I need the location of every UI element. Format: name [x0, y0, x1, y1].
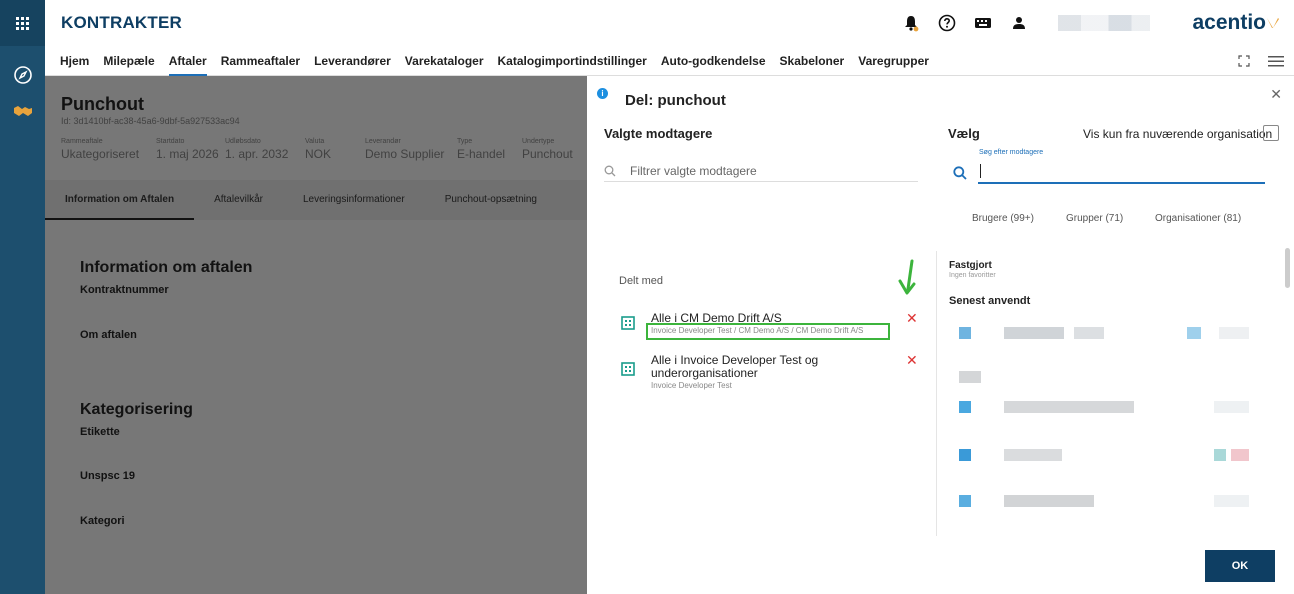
search-recipients-input[interactable] [978, 162, 1265, 184]
nav-varekataloger[interactable]: Varekataloger [405, 46, 484, 76]
help-button[interactable] [932, 8, 962, 38]
nav-rammeaftaler[interactable]: Rammeaftaler [221, 46, 300, 76]
handshake-icon [13, 106, 32, 116]
recent-item-blurred[interactable] [949, 366, 1279, 388]
highlight-annotation-box [646, 323, 890, 340]
nav-hjem[interactable]: Hjem [60, 46, 89, 76]
pinned-empty-text: Ingen favoritter [949, 272, 996, 279]
recent-item-blurred[interactable] [949, 322, 1279, 344]
recent-item-blurred[interactable] [949, 444, 1279, 466]
share-dialog: i Del: punchout ✕ Valgte modtagere Filtr… [587, 76, 1294, 594]
nav-skabeloner[interactable]: Skabeloner [780, 46, 845, 76]
recent-item-blurred[interactable] [949, 396, 1279, 418]
dialog-title: Del: punchout [625, 92, 726, 109]
choose-header: Vælg [948, 126, 980, 141]
subtab-organisationer[interactable]: Organisationer (81) [1155, 213, 1241, 224]
acentio-logo: acentio [1192, 11, 1280, 35]
compass-icon [13, 66, 32, 84]
organization-icon [621, 362, 635, 376]
person-icon [1013, 17, 1026, 29]
nav-katalogimport[interactable]: Katalogimportindstillinger [498, 46, 647, 76]
recent-item-blurred[interactable] [949, 490, 1279, 512]
organization-icon [621, 316, 635, 330]
filter-selected-input[interactable]: Filtrer valgte modtagere [604, 160, 918, 182]
shared-item-path: Invoice Developer Test [651, 381, 732, 390]
remove-share-button[interactable]: ✕ [906, 310, 918, 327]
notifications-button[interactable] [896, 8, 926, 38]
compass-button[interactable] [0, 60, 45, 90]
bell-icon [905, 16, 919, 32]
search-recipients-label: Søg efter modtagere [979, 149, 1044, 156]
apps-grid-button[interactable] [0, 0, 45, 46]
nav-leverandorer[interactable]: Leverandører [314, 46, 391, 76]
search-icon [604, 165, 616, 176]
handshake-button[interactable] [0, 96, 45, 126]
recent-scrollbar[interactable] [1284, 236, 1292, 536]
nav-varegrupper[interactable]: Varegrupper [858, 46, 929, 76]
shared-with-header: Delt med [619, 275, 664, 287]
help-icon [939, 14, 956, 32]
shared-item-name: Alle i Invoice Developer Test og underor… [651, 353, 819, 380]
close-icon[interactable]: ✕ [1270, 86, 1282, 103]
logo-mark-icon [1267, 18, 1279, 28]
keyboard-button[interactable] [968, 8, 998, 38]
nav-auto-godkendelse[interactable]: Auto-godkendelse [661, 46, 766, 76]
nav-milepaele[interactable]: Milepæle [103, 46, 154, 76]
column-divider [936, 251, 937, 536]
only-current-org-label: Vis kun fra nuværende organisation [1083, 127, 1273, 141]
green-arrow-annotation [898, 259, 916, 295]
filter-placeholder: Filtrer valgte modtagere [630, 163, 757, 178]
subtab-brugere[interactable]: Brugere (99+) [972, 213, 1034, 224]
pinned-header: Fastgjort [949, 260, 992, 271]
only-current-org-checkbox[interactable] [1263, 125, 1279, 141]
search-recipients-icon[interactable] [953, 166, 967, 185]
info-icon: i [597, 88, 608, 99]
search-icon [953, 166, 967, 180]
remove-share-button[interactable]: ✕ [906, 352, 918, 369]
ok-button[interactable]: OK [1205, 550, 1275, 582]
main-nav: Hjem Milepæle Aftaler Rammeaftaler Lever… [45, 46, 1294, 76]
subtab-grupper[interactable]: Grupper (71) [1066, 213, 1123, 224]
user-button[interactable] [1004, 8, 1034, 38]
apps-grid-icon [16, 16, 29, 30]
scroll-thumb[interactable] [1285, 248, 1290, 288]
keyboard-icon [975, 18, 992, 28]
user-name-blurred [1058, 15, 1151, 31]
modal-backdrop[interactable] [45, 76, 587, 594]
nav-aftaler[interactable]: Aftaler [168, 46, 207, 76]
selected-recipients-header: Valgte modtagere [604, 126, 713, 141]
recent-header: Senest anvendt [949, 295, 1031, 307]
menu-icon[interactable] [1268, 55, 1284, 67]
fullscreen-icon[interactable] [1238, 55, 1250, 67]
app-header: KONTRAKTER acentio [45, 0, 1294, 46]
app-brand: KONTRAKTER [61, 13, 182, 32]
left-rail [0, 0, 45, 594]
